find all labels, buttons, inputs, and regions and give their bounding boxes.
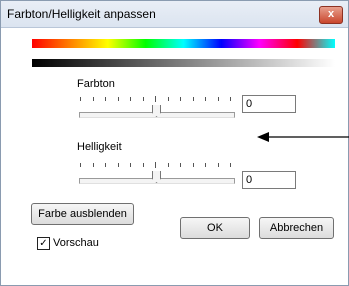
slider-tick — [218, 97, 219, 101]
slider-tick — [155, 162, 156, 168]
hue-value-field[interactable] — [242, 95, 296, 113]
slider-tick — [130, 97, 131, 101]
slider-tick — [143, 97, 144, 101]
slider-tick — [168, 97, 169, 101]
dialog-window: Farbton/Helligkeit anpassen x Farbton He… — [0, 0, 349, 286]
slider-tick — [80, 97, 81, 101]
hide-color-button[interactable]: Farbe ausblenden — [31, 203, 134, 225]
brightness-value-field[interactable] — [242, 171, 296, 189]
slider-tick — [205, 97, 206, 101]
slider-tick — [80, 163, 81, 167]
slider-tick — [118, 97, 119, 101]
preview-checkbox[interactable]: ✓ — [37, 237, 50, 250]
brightness-gradient-bar — [32, 59, 335, 67]
slider-tick — [168, 163, 169, 167]
hue-spectrum-bar — [32, 39, 335, 48]
slider-tick — [143, 163, 144, 167]
brightness-label: Helligkeit — [77, 141, 122, 153]
checkmark-icon: ✓ — [39, 238, 48, 249]
close-icon: x — [327, 8, 335, 20]
slider-tick — [180, 163, 181, 167]
brightness-slider-ticks — [80, 162, 231, 168]
title-bar[interactable]: Farbton/Helligkeit anpassen x — [1, 1, 348, 28]
slider-tick — [130, 163, 131, 167]
slider-tick — [105, 97, 106, 101]
preview-label[interactable]: Vorschau — [53, 237, 99, 249]
slider-tick — [105, 163, 106, 167]
slider-tick — [93, 97, 94, 101]
hue-label: Farbton — [77, 78, 115, 90]
slider-tick — [218, 163, 219, 167]
slider-tick — [155, 96, 156, 102]
ok-button[interactable]: OK — [180, 217, 250, 239]
dialog-content: Farbton Helligkeit Farbe ausblenden OK A… — [1, 28, 349, 285]
slider-tick — [205, 163, 206, 167]
slider-tick — [93, 163, 94, 167]
slider-tick — [193, 163, 194, 167]
window-title: Farbton/Helligkeit anpassen — [7, 7, 156, 21]
slider-tick — [230, 163, 231, 167]
hue-slider-ticks — [80, 96, 231, 102]
slider-tick — [118, 163, 119, 167]
slider-tick — [230, 97, 231, 101]
close-button[interactable]: x — [319, 6, 343, 24]
cancel-button[interactable]: Abbrechen — [259, 217, 334, 239]
slider-tick — [180, 97, 181, 101]
arrow-left-icon — [257, 132, 349, 142]
slider-tick — [193, 97, 194, 101]
